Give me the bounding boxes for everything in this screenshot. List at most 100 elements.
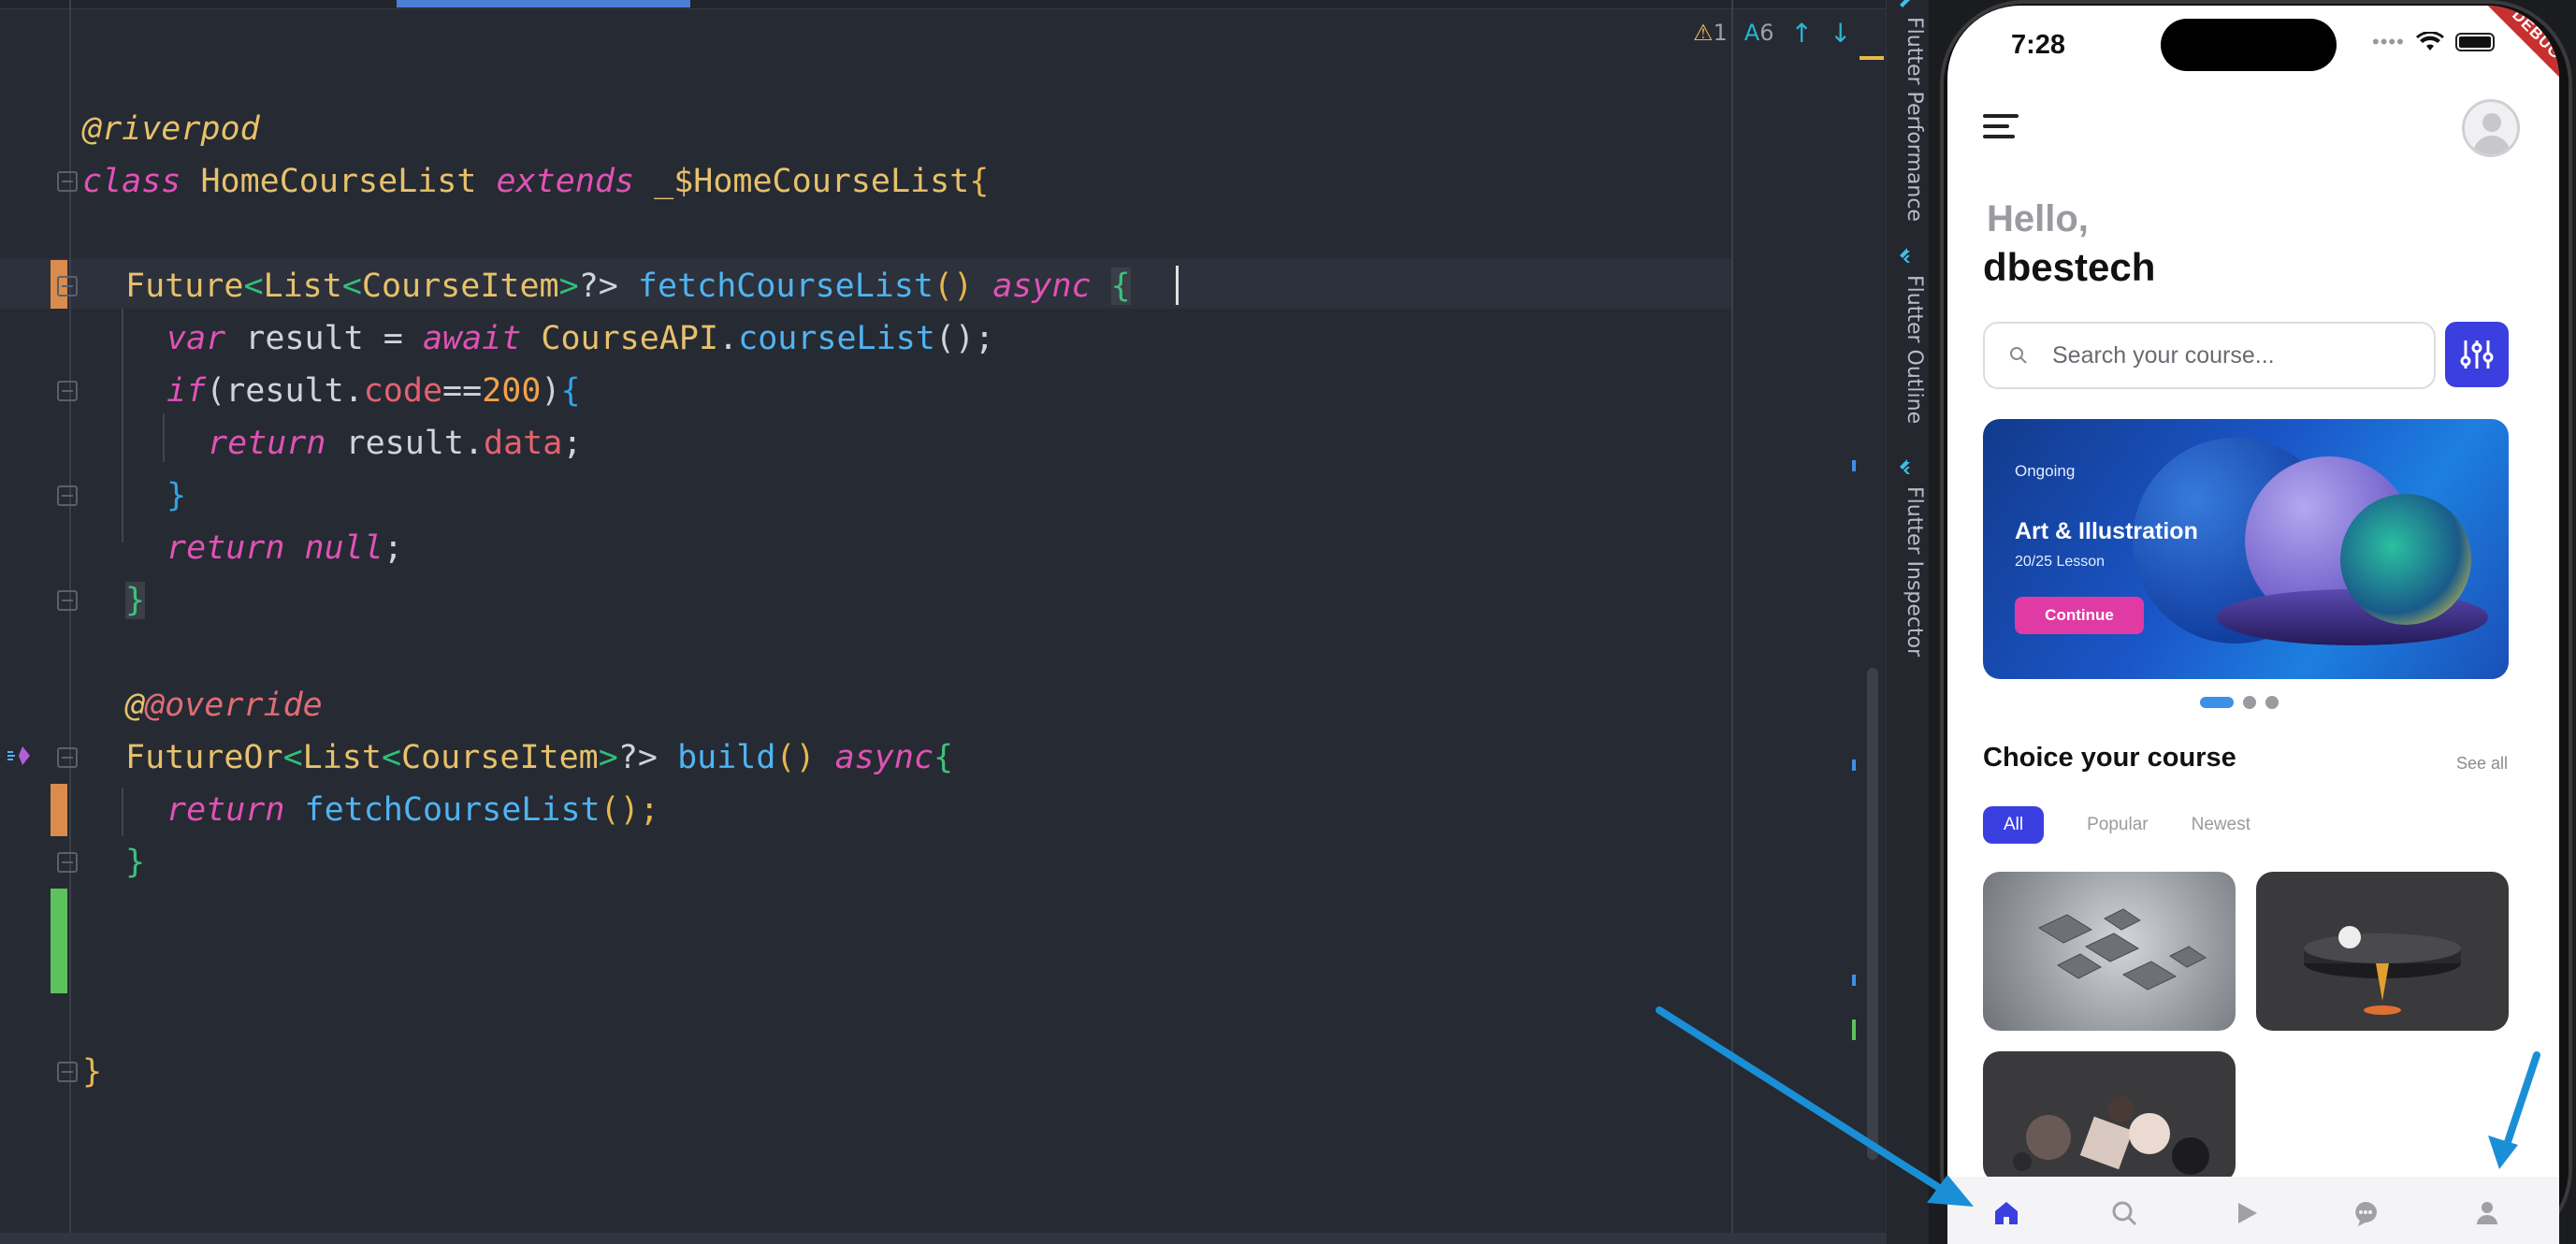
tool-window-strip: Flutter Performance Flutter Outline Flut… (1886, 0, 1926, 1244)
right-margin-guide (1731, 0, 1733, 1244)
menu-icon[interactable] (1983, 114, 2019, 142)
indent-guide (163, 413, 165, 462)
code-line-7[interactable]: return result.data; (208, 417, 582, 470)
status-icons: •••• (2372, 30, 2495, 54)
filter-button[interactable] (2445, 322, 2509, 387)
carousel-dot[interactable] (2265, 696, 2279, 709)
nav-search[interactable] (2108, 1197, 2140, 1229)
greeting-username: dbestech (1983, 245, 2156, 289)
scroll-marker (1852, 460, 1856, 471)
banner-title: Art & Illustration (2015, 518, 2198, 544)
course-card[interactable] (1983, 1051, 2236, 1182)
course-thumbnail (2304, 926, 2461, 1015)
active-tab-indicator (397, 0, 690, 7)
scroll-marker (1852, 975, 1856, 986)
code-line-9[interactable]: return null; (166, 522, 403, 574)
typo-icon[interactable]: A6 (1744, 20, 1774, 46)
carousel-dot[interactable] (2243, 696, 2256, 709)
app-screen[interactable]: 7:28 •••• DEBUG Hello, dbestech Ongoing … (1947, 6, 2559, 1244)
banner-orb (2340, 494, 2471, 625)
code-editor[interactable]: ⚠1 A6 ↑ ↓ @riverpod class HomeCourseList… (0, 0, 1886, 1244)
indent-guide (122, 309, 123, 542)
course-card[interactable] (2256, 872, 2509, 1031)
play-icon (2238, 1203, 2257, 1223)
carousel-indicator[interactable] (2200, 696, 2279, 709)
flutter-icon (1900, 0, 1910, 7)
nav-chat[interactable] (2350, 1197, 2381, 1229)
greeting-hello: Hello, (1987, 198, 2089, 239)
previous-highlight-button[interactable]: ↑ (1791, 18, 1813, 49)
banner-tag: Ongoing (2015, 462, 2076, 480)
flutter-outline-tab[interactable]: Flutter Outline (1889, 275, 1926, 424)
banner-subtitle: 20/25 Lesson (2015, 554, 2106, 570)
fold-marker[interactable] (57, 852, 78, 873)
code-line-10[interactable]: } (125, 574, 146, 627)
code-line-2[interactable]: class HomeCourseList extends _$HomeCours… (82, 155, 989, 208)
fold-marker[interactable] (57, 485, 78, 506)
section-title: Choice your course (1983, 743, 2236, 773)
fold-marker[interactable] (57, 381, 78, 401)
text-cursor (1176, 266, 1179, 305)
vertical-scrollbar[interactable] (1867, 668, 1878, 1160)
editor-tab-bar (0, 0, 1886, 9)
avatar[interactable] (2462, 99, 2520, 157)
tab-popular[interactable]: Popular (2087, 807, 2149, 843)
fold-marker[interactable] (57, 276, 78, 297)
code-line-15[interactable]: } (125, 836, 145, 889)
see-all-link[interactable]: See all (2456, 754, 2508, 774)
filter-icon (2460, 340, 2494, 369)
horizontal-scrollbar[interactable] (0, 1233, 1886, 1244)
scroll-marker (1852, 1020, 1856, 1040)
chat-icon (2355, 1202, 2377, 1226)
next-highlight-button[interactable]: ↓ (1830, 18, 1851, 49)
signal-icon: •••• (2372, 30, 2405, 53)
code-line-12[interactable]: @@override (125, 679, 323, 731)
inspection-marker (1860, 56, 1884, 60)
fold-marker[interactable] (57, 590, 78, 611)
profile-icon (2477, 1202, 2497, 1224)
warning-icon[interactable]: ⚠1 (1693, 20, 1728, 46)
search-icon (2010, 347, 2027, 364)
tab-all[interactable]: All (1983, 806, 2045, 844)
fold-marker[interactable] (57, 171, 78, 192)
search-box[interactable] (1983, 322, 2436, 389)
course-card[interactable] (1983, 872, 2236, 1031)
wifi-icon (2415, 32, 2444, 51)
category-tabs: All Popular Newest (1983, 806, 2250, 844)
code-line-6[interactable]: if(result.code==200){ (166, 365, 581, 417)
fold-marker[interactable] (57, 747, 78, 768)
device-simulator: 7:28 •••• DEBUG Hello, dbestech Ongoing … (1929, 0, 2576, 1244)
code-line-19[interactable]: } (82, 1046, 102, 1098)
code-line-1[interactable]: @riverpod (82, 103, 260, 155)
carousel-dot-active[interactable] (2200, 697, 2234, 708)
fold-marker[interactable] (57, 1062, 78, 1082)
flutter-icon (1900, 459, 1910, 474)
flutter-icon (1900, 248, 1910, 263)
code-line-4[interactable]: Future<List<CourseItem>?> fetchCourseLis… (125, 260, 1131, 312)
featured-course-banner[interactable]: Ongoing Art & Illustration 20/25 Lesson … (1983, 419, 2509, 679)
status-time: 7:28 (2011, 30, 2066, 60)
bottom-navigation (1947, 1177, 2559, 1244)
scroll-marker (1852, 759, 1856, 771)
override-gutter-icon[interactable] (6, 743, 32, 769)
code-line-8[interactable]: } (166, 470, 186, 522)
flutter-inspector-tab[interactable]: Flutter Inspector (1889, 486, 1926, 657)
indent-guide (122, 788, 123, 836)
course-thumbnail (2013, 1096, 2209, 1175)
tab-newest[interactable]: Newest (2192, 807, 2250, 843)
nav-profile[interactable] (2471, 1197, 2503, 1229)
code-line-5[interactable]: var result = await CourseAPI.courseList(… (166, 312, 994, 365)
continue-button[interactable]: Continue (2015, 597, 2144, 634)
inspection-widget[interactable]: ⚠1 A6 ↑ ↓ (1693, 17, 1851, 49)
added-line-marker[interactable] (51, 889, 67, 993)
nav-play[interactable] (2230, 1197, 2262, 1229)
search-icon (2112, 1201, 2137, 1226)
code-line-14[interactable]: return fetchCourseList(); (166, 784, 659, 836)
modified-line-marker[interactable] (51, 784, 67, 836)
nav-home[interactable] (1990, 1197, 2022, 1229)
battery-icon (2454, 33, 2495, 51)
dynamic-island (2161, 19, 2337, 71)
flutter-performance-tab[interactable]: Flutter Performance (1889, 17, 1926, 222)
code-line-13[interactable]: FutureOr<List<CourseItem>?> build() asyn… (125, 731, 953, 784)
search-input[interactable] (2052, 324, 2426, 387)
